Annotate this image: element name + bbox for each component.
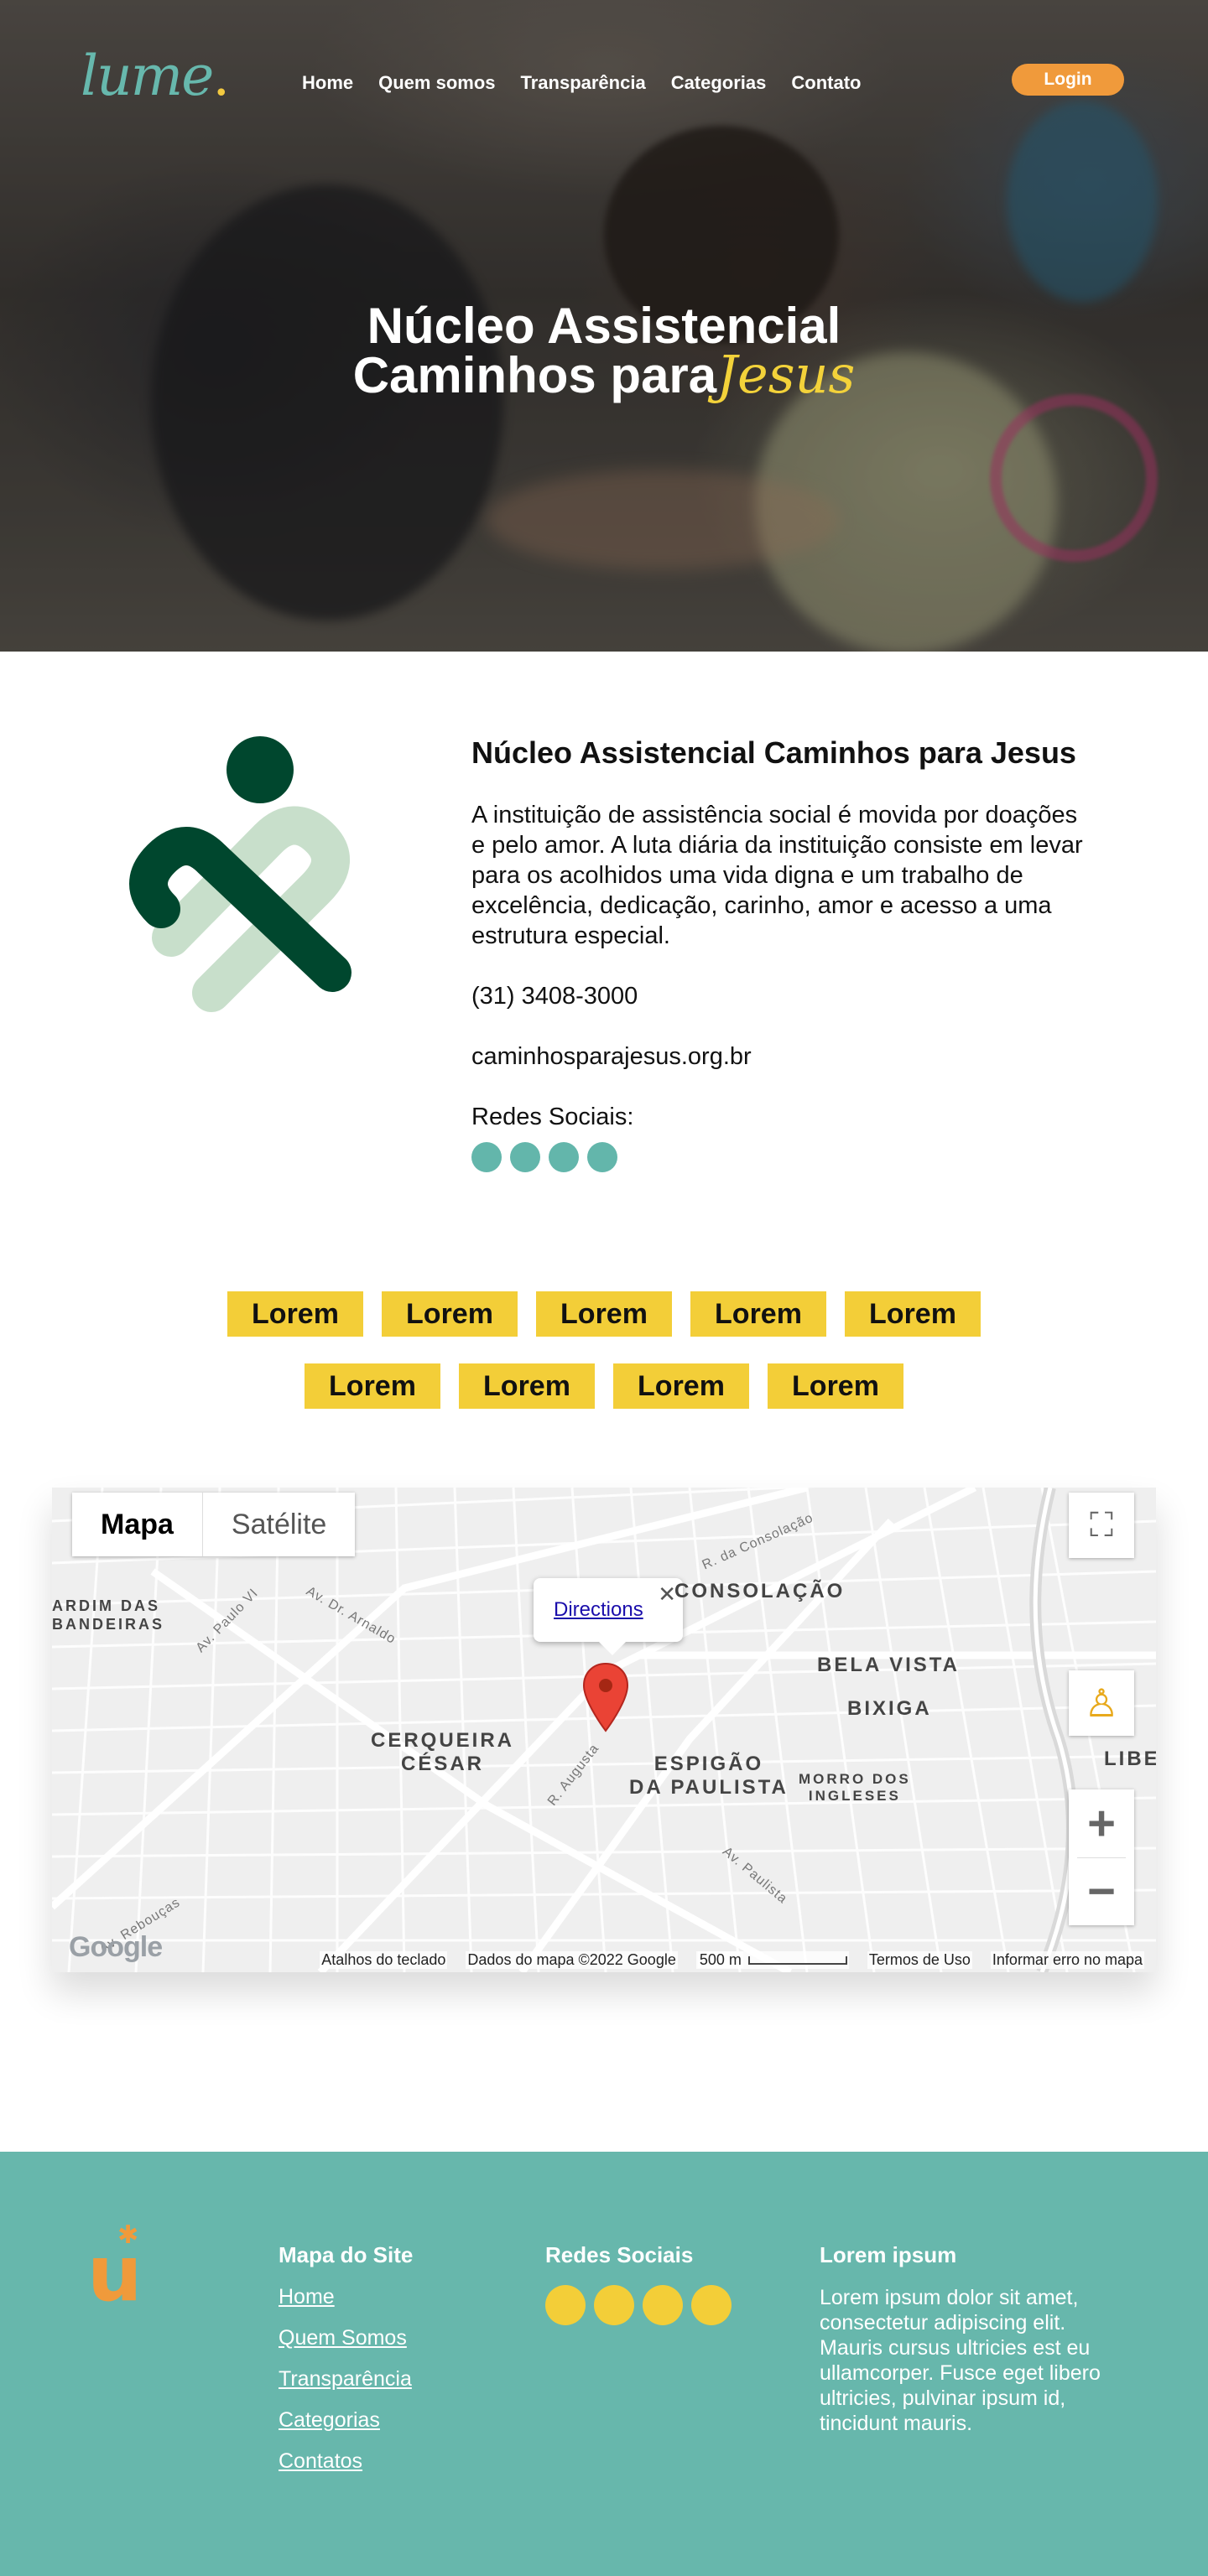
category-tag[interactable]: Lorem [613, 1363, 749, 1409]
login-button[interactable]: Login [1012, 64, 1124, 96]
zoom-out-button[interactable]: − [1069, 1858, 1134, 1925]
footer-social-title: Redes Sociais [545, 2242, 694, 2267]
map-label-district: CERQUEIRA CÉSAR [371, 1729, 515, 1775]
scale-bar [747, 1955, 847, 1965]
main-menu: Home Quem somos Transparência Categorias… [302, 72, 862, 94]
map-widget[interactable]: Mapa Satélite ⛶ ♙ + − Directions ✕ CONSO… [52, 1488, 1156, 1972]
social-icon[interactable] [594, 2285, 634, 2325]
nav-categorias[interactable]: Categorias [671, 72, 767, 94]
map-label-district: ESPIGÃO DA PAULISTA [629, 1753, 789, 1799]
footer-about-title: Lorem ipsum [820, 2242, 957, 2267]
social-icon[interactable] [587, 1142, 617, 1172]
map-label-district: BIXIGA [847, 1697, 932, 1720]
map-type-map-button[interactable]: Mapa [72, 1493, 203, 1556]
map-label-district: CONSOLAÇÃO [674, 1580, 846, 1602]
organization-logo [129, 736, 351, 1012]
map-type-control: Mapa Satélite [72, 1493, 356, 1556]
organization-description: A instituição de assistência social é mo… [471, 802, 1083, 949]
nav-quem-somos[interactable]: Quem somos [378, 72, 495, 94]
category-tag[interactable]: Lorem [382, 1291, 518, 1337]
map-label-district: ARDIM DAS BANDEIRAS [52, 1597, 165, 1633]
category-tag[interactable]: Lorem [690, 1291, 826, 1337]
pegman-icon: ♙ [1084, 1681, 1119, 1725]
social-label: Redes Sociais: [471, 1104, 634, 1130]
category-tag[interactable]: Lorem [536, 1291, 672, 1337]
social-icon[interactable] [549, 1142, 579, 1172]
terms-link[interactable]: Termos de Uso [867, 1950, 972, 1969]
report-error-link[interactable]: Informar erro no mapa [990, 1950, 1144, 1969]
site-footer: u ✱ Mapa do Site Home Quem Somos Transpa… [0, 2152, 1208, 2576]
social-icon[interactable] [471, 1142, 502, 1172]
directions-link[interactable]: Directions [554, 1598, 643, 1622]
hero-title-script: Jesus [716, 344, 856, 405]
social-icon[interactable] [643, 2285, 683, 2325]
footer-social: Redes Sociais [545, 2242, 732, 2325]
location-pin-icon[interactable] [582, 1662, 629, 1732]
street-view-button[interactable]: ♙ [1069, 1670, 1134, 1736]
map-label-district: LIBE [1104, 1748, 1156, 1770]
category-tags-row-2: Lorem Lorem Lorem Lorem [0, 1363, 1208, 1409]
organization-website[interactable]: caminhosparajesus.org.br [471, 1041, 1092, 1072]
top-navigation: lume. Home Quem somos Transparência Cate… [0, 0, 1208, 159]
footer-logo[interactable]: u ✱ [87, 2220, 143, 2319]
map-label-district: MORRO DOS INGLESES [799, 1771, 911, 1804]
hero-title: Núcleo Assistencial Caminhos paraJesus [0, 301, 1208, 403]
map-data-credit: Dados do mapa ©2022 Google [466, 1950, 678, 1969]
category-tag[interactable]: Lorem [845, 1291, 981, 1337]
hero-photo-shape [990, 394, 1158, 562]
map-scale[interactable]: 500 m [695, 1950, 849, 1969]
footer-sitemap-title: Mapa do Site [279, 2242, 414, 2267]
social-icon[interactable] [545, 2285, 586, 2325]
category-tag[interactable]: Lorem [227, 1291, 363, 1337]
map-scale-label: 500 m [697, 1950, 743, 1968]
map-type-satellite-button[interactable]: Satélite [203, 1493, 355, 1556]
logo-text: lume [81, 44, 214, 108]
footer-link-contatos[interactable]: Contatos [279, 2449, 413, 2474]
footer-link-categorias[interactable]: Categorias [279, 2408, 413, 2433]
map-attribution: Atalhos do teclado Dados do mapa ©2022 G… [52, 1947, 1156, 1972]
nav-home[interactable]: Home [302, 72, 353, 94]
footer-about: Lorem ipsum Lorem ipsum dolor sit amet, … [820, 2242, 1130, 2436]
zoom-in-button[interactable]: + [1069, 1790, 1134, 1857]
fullscreen-button[interactable]: ⛶ [1069, 1493, 1134, 1558]
social-icon[interactable] [510, 1142, 540, 1172]
social-links [471, 1142, 1092, 1172]
category-tag[interactable]: Lorem [768, 1363, 903, 1409]
close-icon[interactable]: ✕ [658, 1581, 676, 1607]
category-tag[interactable]: Lorem [305, 1363, 440, 1409]
fullscreen-icon: ⛶ [1090, 1506, 1113, 1544]
footer-sitemap: Mapa do Site Home Quem Somos Transparênc… [279, 2242, 413, 2490]
hero-title-line2: Caminhos para [352, 347, 717, 403]
category-tags-row-1: Lorem Lorem Lorem Lorem Lorem [0, 1291, 1208, 1337]
footer-link-home[interactable]: Home [279, 2285, 413, 2309]
nav-contato[interactable]: Contato [791, 72, 861, 94]
category-tag[interactable]: Lorem [459, 1363, 595, 1409]
keyboard-shortcuts-link[interactable]: Atalhos do teclado [320, 1950, 448, 1969]
social-icon[interactable] [691, 2285, 732, 2325]
organization-name: Núcleo Assistencial Caminhos para Jesus [471, 735, 1076, 770]
map-label-district: BELA VISTA [817, 1654, 961, 1676]
footer-link-quem-somos[interactable]: Quem Somos [279, 2326, 413, 2350]
organization-phone: (31) 3408-3000 [471, 983, 638, 1010]
hero-photo-shape [487, 470, 839, 570]
organization-info: Núcleo Assistencial Caminhos para Jesus … [471, 735, 1092, 1172]
logo-dot: . [212, 44, 230, 108]
footer-link-transparencia[interactable]: Transparência [279, 2367, 413, 2392]
footer-social-links [545, 2285, 732, 2325]
nav-transparencia[interactable]: Transparência [521, 72, 646, 94]
star-icon: ✱ [117, 2220, 139, 2250]
zoom-control: + − [1069, 1789, 1134, 1925]
info-window: Directions ✕ [534, 1578, 683, 1655]
footer-about-text: Lorem ipsum dolor sit amet, consectetur … [820, 2286, 1101, 2435]
site-logo[interactable]: lume. [81, 44, 230, 108]
